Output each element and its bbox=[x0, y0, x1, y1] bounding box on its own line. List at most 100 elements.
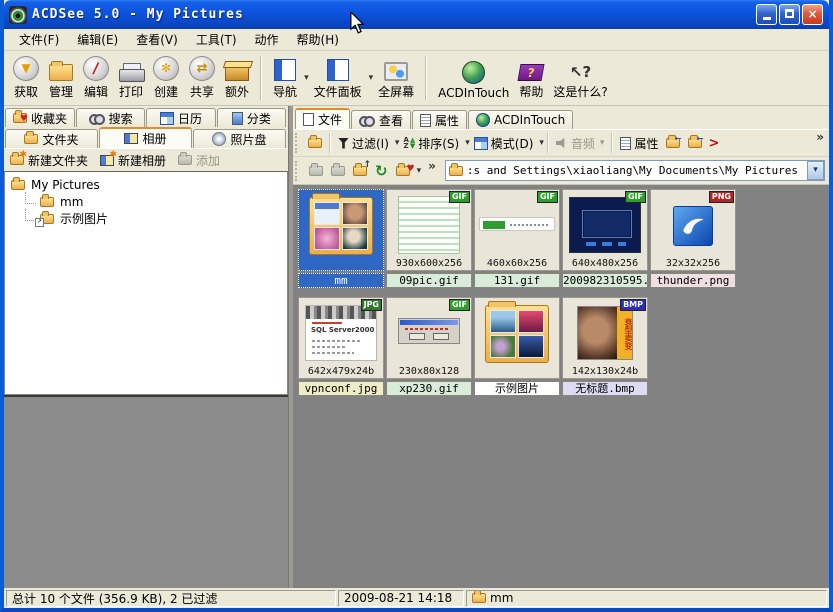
maximize-button[interactable] bbox=[779, 4, 800, 25]
tab-properties[interactable]: 属性 bbox=[412, 110, 467, 129]
new-album-button[interactable]: ✱ 新建相册 bbox=[100, 152, 166, 169]
address-dropdown-button[interactable]: ▾ bbox=[807, 161, 824, 180]
menu-file[interactable]: 文件(F) bbox=[10, 29, 68, 50]
thumbnail-xp230[interactable]: GIF 230x80x128 xp230.gif bbox=[386, 297, 472, 396]
thumbnail-name[interactable]: 200982310595... bbox=[562, 273, 648, 288]
thumbnail-image-area[interactable]: GIF 460x60x256 bbox=[474, 189, 560, 271]
up-button[interactable]: ↑ bbox=[350, 164, 370, 178]
extra-button[interactable]: 额外 bbox=[220, 54, 254, 102]
folder-photo bbox=[490, 335, 516, 358]
tab-folders[interactable]: 文件夹 bbox=[5, 129, 98, 148]
fullscreen-button[interactable]: 全屏幕 bbox=[373, 54, 419, 102]
toolbar-grip[interactable] bbox=[295, 161, 302, 181]
refresh-button[interactable]: ↻ bbox=[372, 162, 391, 180]
acquire-button[interactable]: ▼ 获取 bbox=[8, 54, 44, 102]
address-path[interactable]: :s and Settings\xiaoliang\My Documents\M… bbox=[467, 164, 807, 177]
close-button[interactable]: × bbox=[802, 4, 823, 25]
thumbnail-mm-folder[interactable]: mm bbox=[298, 189, 384, 288]
toolbar-grip[interactable] bbox=[295, 133, 302, 153]
tab-calendar[interactable]: 日历 bbox=[146, 108, 215, 127]
thumbnail-image-area[interactable]: GIF 930x600x256 bbox=[386, 189, 472, 271]
whats-this-button[interactable]: ↖? 这是什么? bbox=[548, 54, 612, 102]
thumbnail-name[interactable]: 无标题.bmp bbox=[562, 381, 648, 396]
folder-tool-button[interactable] bbox=[304, 136, 326, 150]
copy-to-folder-icon bbox=[666, 138, 680, 148]
title-bar[interactable]: ACDSee 5.0 - My Pictures × bbox=[4, 0, 829, 29]
move-to-folder-button[interactable] bbox=[684, 136, 706, 150]
speaker-icon bbox=[556, 138, 568, 148]
thumbnail-name[interactable]: 09pic.gif bbox=[386, 273, 472, 288]
tab-view[interactable]: 查看 bbox=[351, 110, 411, 129]
print-button[interactable]: 打印 bbox=[114, 54, 148, 102]
folder-thumbnail-art bbox=[485, 305, 549, 363]
thumbnail-name[interactable]: vpnconf.jpg bbox=[298, 381, 384, 396]
image-dimensions: 460x60x256 bbox=[475, 258, 559, 269]
thumbnail-name[interactable]: 131.gif bbox=[474, 273, 560, 288]
thumbnail-name[interactable]: 示例图片 bbox=[474, 381, 560, 396]
thumbnail-name[interactable]: xp230.gif bbox=[386, 381, 472, 396]
thumbnail-image-area[interactable] bbox=[474, 297, 560, 379]
menu-tools[interactable]: 工具(T) bbox=[187, 29, 246, 50]
thumbnail-200982310595[interactable]: GIF 640x480x256 200982310595... bbox=[562, 189, 648, 288]
thumbnail-thunder[interactable]: PNG 32x32x256 thunder.png bbox=[650, 189, 736, 288]
tab-categories[interactable]: 分类 bbox=[217, 108, 286, 127]
thumbnail-image-area[interactable]: PNG 32x32x256 bbox=[650, 189, 736, 271]
thumbnail-image-area[interactable]: SQL Server2000 JPG 642x479x24b bbox=[298, 297, 384, 379]
add-icon-disabled bbox=[178, 155, 192, 165]
thumbnail-vpnconf[interactable]: SQL Server2000 JPG 642x479x24b vpnconf.j… bbox=[298, 297, 384, 396]
menu-view[interactable]: 查看(V) bbox=[127, 29, 187, 50]
address-combobox[interactable]: :s and Settings\xiaoliang\My Documents\M… bbox=[445, 160, 825, 181]
thumbnail-131[interactable]: GIF 460x60x256 131.gif bbox=[474, 189, 560, 288]
thumbnail-image-area[interactable]: GIF 640x480x256 bbox=[562, 189, 648, 271]
menu-actions[interactable]: 动作 bbox=[246, 29, 288, 50]
chevron-down-icon[interactable]: ▾ bbox=[417, 166, 422, 176]
tab-search[interactable]: 搜索 bbox=[76, 108, 145, 127]
tab-acdintouch[interactable]: ACDInTouch bbox=[468, 110, 573, 129]
thumbnail-name[interactable]: mm bbox=[298, 273, 384, 288]
create-button[interactable]: ✻ 创建 bbox=[148, 54, 184, 102]
gif-badge: GIF bbox=[537, 191, 558, 203]
new-folder-button[interactable]: ✱ 新建文件夹 bbox=[10, 152, 88, 169]
thumbnail-09pic[interactable]: GIF 930x600x256 09pic.gif bbox=[386, 189, 472, 288]
favorites-button[interactable]: ♥ bbox=[393, 164, 413, 178]
acdintouch-button[interactable]: ACDInTouch bbox=[433, 54, 514, 102]
properties-button[interactable]: 属性 bbox=[616, 133, 662, 154]
globe-icon bbox=[462, 61, 485, 84]
toolbar-overflow-chevron[interactable]: » bbox=[813, 130, 827, 144]
menu-help[interactable]: 帮助(H) bbox=[288, 29, 348, 50]
tree-node-root[interactable]: My Pictures bbox=[7, 176, 285, 193]
tab-photo-discs[interactable]: 照片盘 bbox=[193, 129, 286, 148]
thumbnail-name[interactable]: thunder.png bbox=[650, 273, 736, 288]
thumbnail-image-area[interactable] bbox=[298, 189, 384, 271]
tree-node-sample-pictures[interactable]: 示例图片 bbox=[21, 210, 285, 227]
mode-button[interactable]: 模式(D) bbox=[470, 133, 538, 154]
nav-pane-button[interactable]: 导航 bbox=[268, 54, 302, 102]
thumbnail-untitled-bmp[interactable]: 衰型卖变 BMP 142x130x24b 无标题.bmp bbox=[562, 297, 648, 396]
clipped-tool-icon[interactable]: > bbox=[706, 136, 719, 151]
file-pane: 文件 查看 属性 ACDInTouch bbox=[293, 106, 829, 588]
nav-overflow-chevron[interactable]: » bbox=[425, 159, 439, 173]
help-button[interactable]: ? 帮助 bbox=[514, 54, 548, 102]
tab-favorites[interactable]: ♥ 收藏夹 bbox=[5, 108, 75, 127]
tab-albums[interactable]: 相册 bbox=[99, 127, 192, 148]
thumbnail-sample-pictures-folder[interactable]: 示例图片 bbox=[474, 297, 560, 396]
right-tabs: 文件 查看 属性 ACDInTouch bbox=[293, 106, 829, 130]
file-panes-button[interactable]: 文件面板 bbox=[309, 54, 367, 102]
thumbnail-image-area[interactable]: GIF 230x80x128 bbox=[386, 297, 472, 379]
menu-edit[interactable]: 编辑(E) bbox=[68, 29, 127, 50]
share-button[interactable]: ⇄ 共享 bbox=[184, 54, 220, 102]
copy-to-folder-button[interactable] bbox=[662, 136, 684, 150]
tree-node-mm[interactable]: mm bbox=[21, 193, 285, 210]
minimize-button[interactable] bbox=[756, 4, 777, 25]
sort-button[interactable]: AZ▲▼ 排序(S) bbox=[399, 133, 463, 154]
filter-button[interactable]: 过滤(I) bbox=[334, 133, 393, 154]
chevron-down-icon[interactable]: ▾ bbox=[539, 138, 544, 148]
tab-file[interactable]: 文件 bbox=[295, 108, 350, 129]
thumbnail-row: SQL Server2000 JPG 642x479x24b vpnconf.j… bbox=[298, 297, 829, 396]
cursor-question-icon: ↖? bbox=[570, 63, 591, 81]
thumbnail-image-area[interactable]: 衰型卖变 BMP 142x130x24b bbox=[562, 297, 648, 379]
forward-button-disabled bbox=[328, 164, 348, 178]
edit-button[interactable]: ∕ 编辑 bbox=[78, 54, 114, 102]
manage-button[interactable]: 管理 bbox=[44, 54, 78, 102]
art-detail bbox=[312, 322, 342, 324]
